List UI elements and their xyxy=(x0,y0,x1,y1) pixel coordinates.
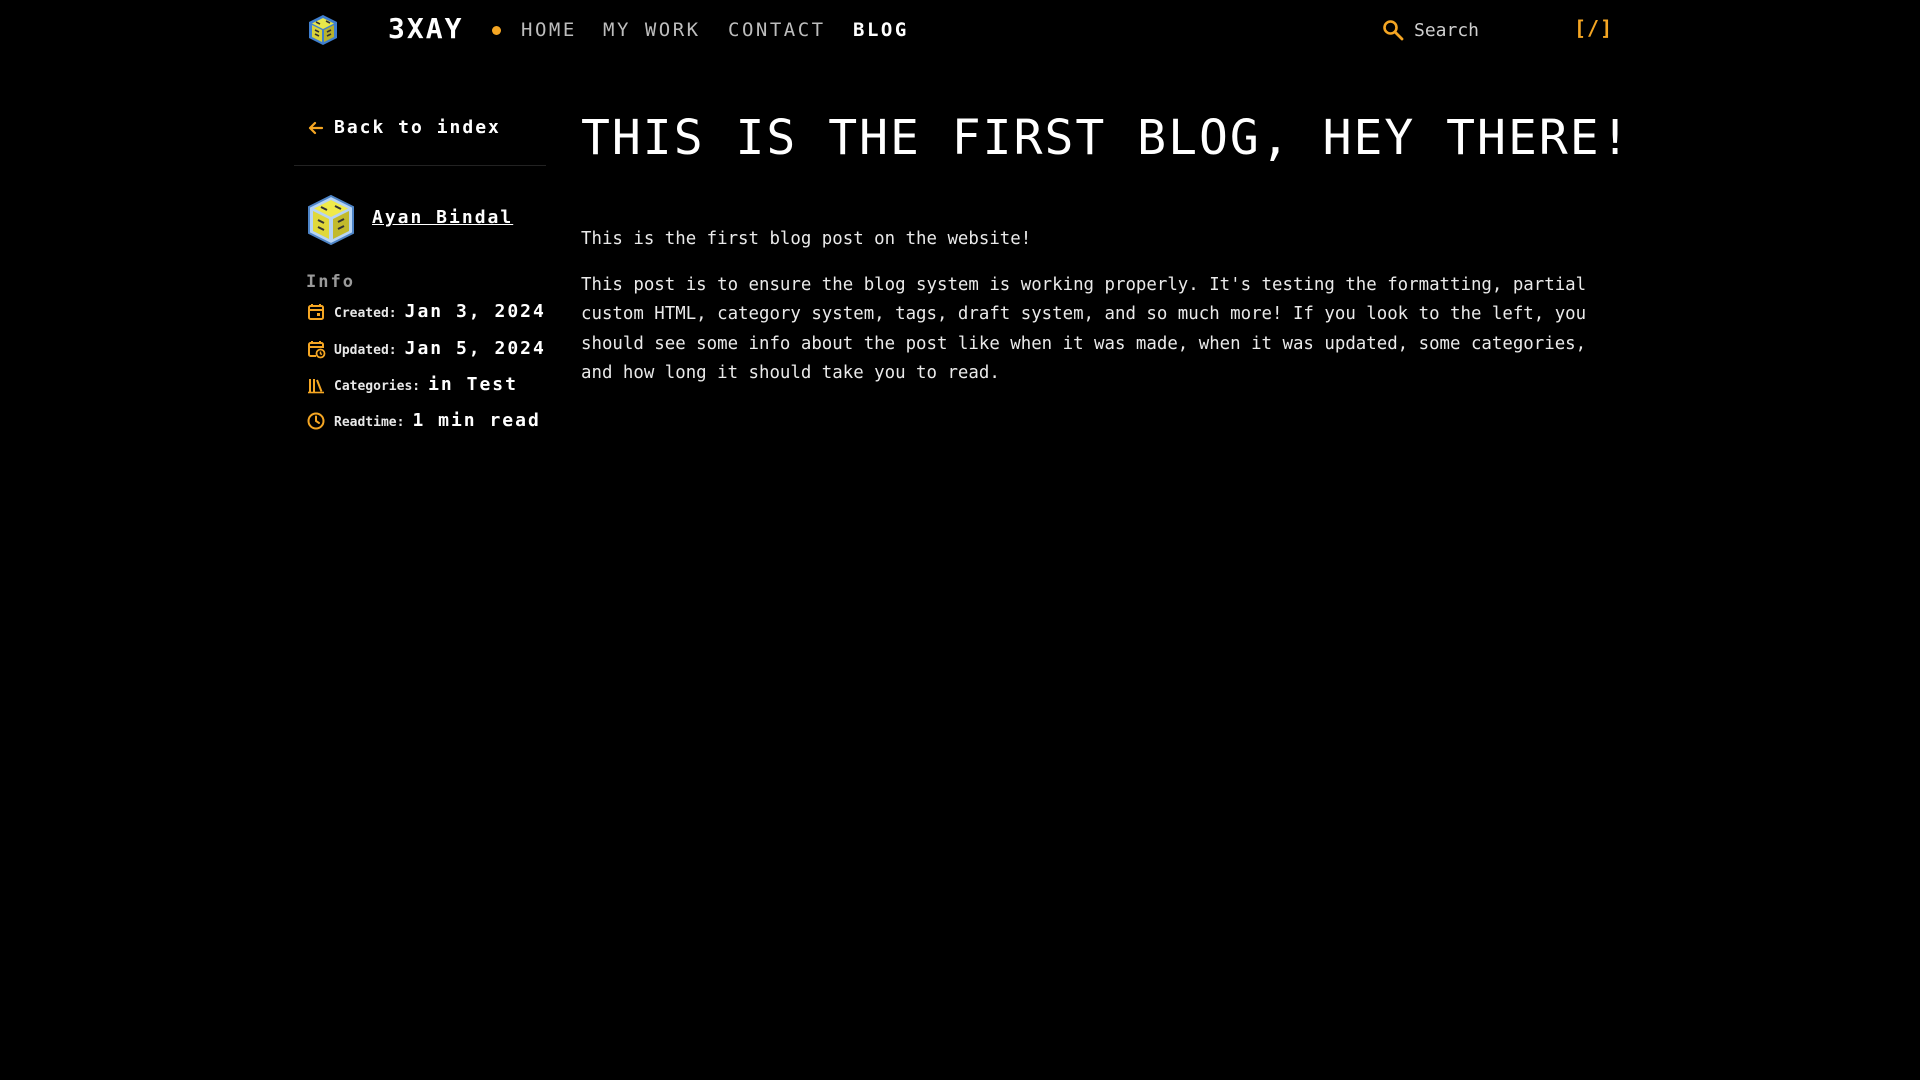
sidebar-divider xyxy=(294,165,546,166)
nav-home-link[interactable]: HOME xyxy=(521,19,577,41)
cube-logo-icon[interactable] xyxy=(306,13,340,47)
nav-blog-link[interactable]: BLOG xyxy=(853,19,909,41)
post-paragraph: This is the first blog post on the websi… xyxy=(581,229,1032,249)
back-to-index-link[interactable]: Back to index xyxy=(306,117,501,138)
post-title: THIS IS THE FIRST BLOG, HEY THERE! xyxy=(581,110,1632,166)
library-books-icon xyxy=(308,378,324,393)
meta-readtime: Readtime: 1 min read xyxy=(306,410,541,431)
info-heading: Info xyxy=(306,272,355,292)
author-avatar[interactable] xyxy=(306,194,356,246)
meta-updated: Updated: Jan 5, 2024 xyxy=(306,338,546,359)
calendar-clock-icon xyxy=(308,340,326,358)
clock-icon xyxy=(307,412,325,429)
nav-contact-link[interactable]: CONTACT xyxy=(728,19,826,41)
back-to-index-label: Back to index xyxy=(334,117,501,138)
arrow-left-icon xyxy=(308,121,324,134)
created-label: Created: xyxy=(334,306,397,321)
post-paragraph: This post is to ensure the blog system i… xyxy=(581,274,1587,384)
created-value: Jan 3, 2024 xyxy=(404,301,546,322)
search-input[interactable] xyxy=(1414,16,1564,44)
top-navbar: 3XAY HOME MY WORK CONTACT BLOG [/] xyxy=(0,0,1920,60)
nav-my-work-link[interactable]: MY WORK xyxy=(603,19,701,41)
categories-value[interactable]: in Test xyxy=(428,374,518,395)
meta-categories: Categories: in Test xyxy=(306,374,518,395)
author-name-link[interactable]: Ayan Bindal xyxy=(372,207,513,228)
updated-value: Jan 5, 2024 xyxy=(404,338,546,359)
updated-label: Updated: xyxy=(334,343,397,358)
search-icon[interactable] xyxy=(1381,18,1405,42)
readtime-value: 1 min read xyxy=(412,410,541,431)
meta-created: Created: Jan 3, 2024 xyxy=(306,301,546,322)
site-brand[interactable]: 3XAY xyxy=(388,12,463,45)
brand-dot xyxy=(492,26,501,35)
post-body: This is the first blog post on the websi… xyxy=(581,225,1621,405)
search-shortcut-hint[interactable]: [/] xyxy=(1574,16,1613,40)
readtime-label: Readtime: xyxy=(334,415,405,430)
calendar-icon xyxy=(308,303,324,320)
categories-label: Categories: xyxy=(334,379,421,394)
